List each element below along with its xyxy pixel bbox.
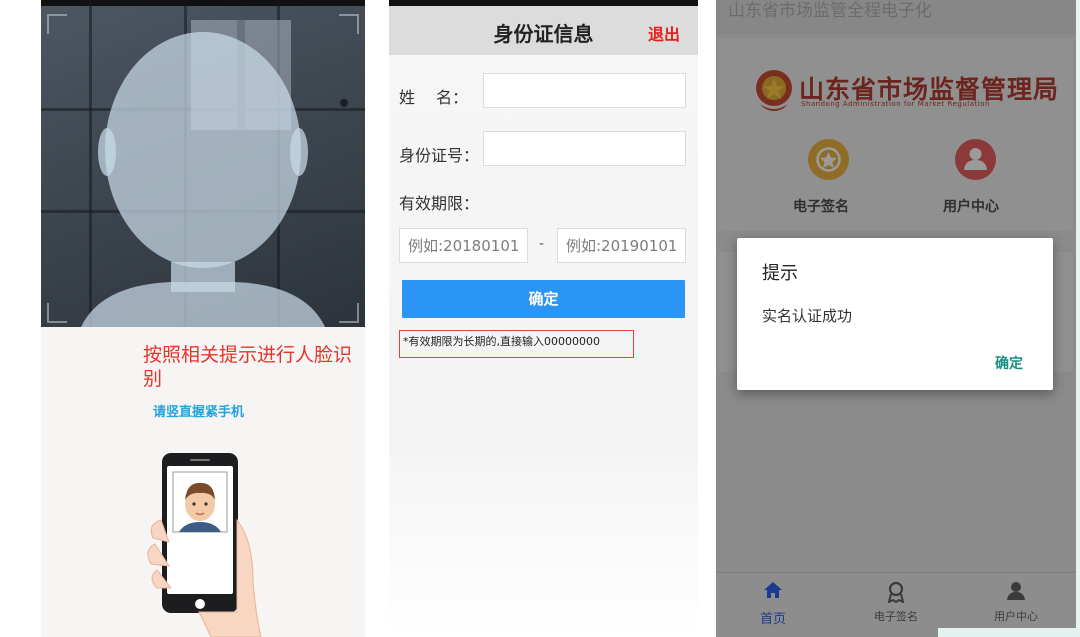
right-edge-strip [1076,0,1080,637]
hand-illustration [147,518,262,637]
frame-corner [339,303,359,323]
name-input[interactable] [483,73,686,108]
seal-glyph [816,147,841,172]
long-term-validity-note: *有效期限为长期的,直接输入00000000 [399,330,634,358]
user-center-icon[interactable] [955,139,996,180]
id-info-form-screen: 身份证信息 退出 姓 名： 身份证号： 有效期限： - 确定 *有效期限为长期的… [389,0,698,637]
id-number-input[interactable] [483,131,686,166]
status-bar [389,0,698,6]
date-range-separator: - [539,236,545,252]
id-number-label: 身份证号： [399,146,480,165]
alert-dialog: 提示 实名认证成功 确定 [737,238,1053,390]
national-emblem-icon [756,70,792,111]
tab-user-center[interactable]: 用户中心 [966,573,1066,633]
app-window-title: 山东省市场监管全程电子化 [728,1,932,21]
bottom-edge-strip [938,628,1080,637]
tab-home[interactable]: 首页 [723,573,823,633]
validity-start-input[interactable] [399,228,528,263]
tab-signature-label: 电子签名 [874,610,918,623]
tab-signature[interactable]: 电子签名 [846,573,946,633]
org-name-en: Shandong Administration for Market Regul… [801,100,990,108]
phone-speaker [190,459,210,461]
validity-end-input[interactable] [557,228,686,263]
name-label: 姓 名： [399,88,469,107]
app-home-screen: 山东省市场监管全程电子化 山东省市场监督管理局 Shandong Adminis… [716,0,1076,637]
org-card: 山东省市场监督管理局 Shandong Administration for M… [719,38,1073,231]
face-outline-overlay [81,20,348,327]
face-recognition-panel: 按照相关提示进行人脸识别 请竖直握紧手机 [41,0,365,637]
user-glyph [964,148,987,170]
dialog-message: 实名认证成功 [762,307,853,325]
frame-corner [47,303,67,323]
face-recognition-instruction: 按照相关提示进行人脸识别 [143,344,353,390]
camera-preview [41,0,365,327]
tile-label-user-center[interactable]: 用户中心 [943,196,999,216]
home-icon [764,582,782,598]
dialog-ok-button[interactable]: 确定 [995,353,1023,373]
app-title-bar: 山东省市场监管全程电子化 [716,0,1076,34]
frame-corner [47,14,67,34]
frame-corner [339,14,359,34]
seal-icon[interactable] [808,139,849,180]
form-header: 身份证信息 退出 [389,0,698,55]
validity-label: 有效期限： [399,194,480,213]
tab-home-label: 首页 [759,612,786,627]
tab-user-center-label: 用户中心 [994,610,1038,623]
confirm-button[interactable]: 确定 [402,280,685,318]
tile-label-signature[interactable]: 电子签名 [793,196,849,216]
hold-phone-instruction: 请竖直握紧手机 [153,405,245,420]
exit-button[interactable]: 退出 [648,21,680,45]
dialog-title: 提示 [762,263,798,284]
person-icon [1007,582,1025,600]
signature-icon [887,581,905,603]
